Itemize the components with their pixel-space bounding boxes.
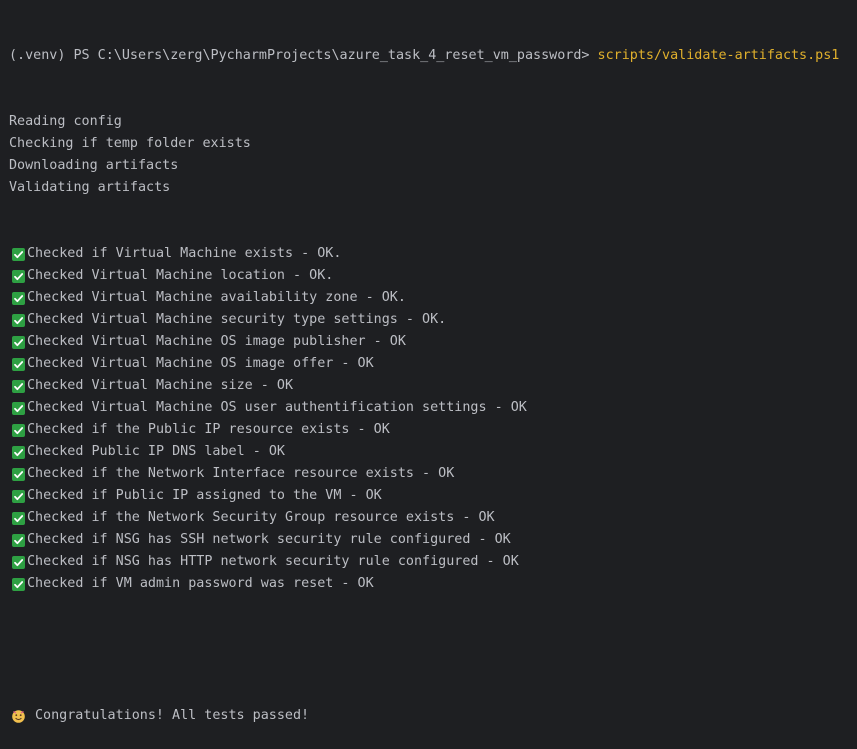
green-checkmark-icon (12, 379, 25, 393)
log-text: Checking if temp folder exists (9, 136, 251, 151)
green-checkmark-icon (12, 511, 25, 525)
check-line: Checked if the Network Interface resourc… (9, 463, 848, 485)
log-line: Validating artifacts (9, 177, 848, 199)
check-text: Checked if Virtual Machine exists - OK. (27, 246, 342, 261)
check-text: Checked Virtual Machine OS image offer -… (27, 356, 374, 371)
green-checkmark-icon (12, 269, 25, 283)
green-checkmark-icon (12, 423, 25, 437)
green-checkmark-icon (12, 291, 25, 305)
check-text: Checked if NSG has HTTP network security… (27, 554, 519, 569)
log-line: Checking if temp folder exists (9, 133, 848, 155)
check-line: Checked Virtual Machine OS image publish… (9, 331, 848, 353)
check-line: Checked Public IP DNS label - OK (9, 441, 848, 463)
check-text: Checked Virtual Machine location - OK. (27, 268, 334, 283)
log-line: Reading config (9, 111, 848, 133)
result-line: Congratulations! All tests passed! (9, 705, 848, 727)
party-popper-icon (11, 709, 26, 724)
green-checkmark-icon (12, 533, 25, 547)
check-text: Checked Virtual Machine OS image publish… (27, 334, 406, 349)
green-checkmark-icon (12, 467, 25, 481)
check-text: Checked Virtual Machine OS user authenti… (27, 400, 527, 415)
prompt-command: scripts/validate-artifacts.ps1 (597, 48, 840, 63)
check-line: Checked if Public IP assigned to the VM … (9, 485, 848, 507)
green-checkmark-icon (12, 489, 25, 503)
prompt-line: (.venv) PS C:\Users\zerg\PycharmProjects… (9, 45, 848, 67)
green-checkmark-icon (12, 335, 25, 349)
check-text: Checked if the Public IP resource exists… (27, 422, 390, 437)
check-text: Checked Virtual Machine size - OK (27, 378, 294, 393)
check-line: Checked Virtual Machine size - OK (9, 375, 848, 397)
terminal-output[interactable]: (.venv) PS C:\Users\zerg\PycharmProjects… (0, 0, 857, 723)
check-text: Checked Virtual Machine availability zon… (27, 290, 406, 305)
check-line: Checked if the Public IP resource exists… (9, 419, 848, 441)
green-checkmark-icon (12, 577, 25, 591)
green-checkmark-icon (12, 401, 25, 415)
check-text: Checked if VM admin password was reset -… (27, 576, 374, 591)
check-text: Checked if NSG has SSH network security … (27, 532, 511, 547)
log-text: Downloading artifacts (9, 158, 179, 173)
check-text: Checked if Public IP assigned to the VM … (27, 488, 382, 503)
check-line: Checked if VM admin password was reset -… (9, 573, 848, 595)
check-line: Checked if NSG has HTTP network security… (9, 551, 848, 573)
check-line: Checked Virtual Machine location - OK. (9, 265, 848, 287)
check-text: Checked if the Network Interface resourc… (27, 466, 455, 481)
green-checkmark-icon (12, 247, 25, 261)
green-checkmark-icon (12, 313, 25, 327)
check-text: Checked Virtual Machine security type se… (27, 312, 447, 327)
check-line: Checked if Virtual Machine exists - OK. (9, 243, 848, 265)
log-line: Downloading artifacts (9, 155, 848, 177)
log-text: Validating artifacts (9, 180, 171, 195)
green-checkmark-icon (12, 555, 25, 569)
check-line: Checked if the Network Security Group re… (9, 507, 848, 529)
prompt-prefix: (.venv) PS C:\Users\zerg\PycharmProjects… (9, 48, 598, 63)
check-line: Checked Virtual Machine security type se… (9, 309, 848, 331)
check-line: Checked if NSG has SSH network security … (9, 529, 848, 551)
check-line: Checked Virtual Machine OS image offer -… (9, 353, 848, 375)
check-text: Checked if the Network Security Group re… (27, 510, 495, 525)
check-line: Checked Virtual Machine availability zon… (9, 287, 848, 309)
green-checkmark-icon (12, 357, 25, 371)
green-checkmark-icon (12, 445, 25, 459)
log-text: Reading config (9, 114, 122, 129)
result-text: Congratulations! All tests passed! (35, 708, 310, 723)
check-text: Checked Public IP DNS label - OK (27, 444, 285, 459)
check-line: Checked Virtual Machine OS user authenti… (9, 397, 848, 419)
